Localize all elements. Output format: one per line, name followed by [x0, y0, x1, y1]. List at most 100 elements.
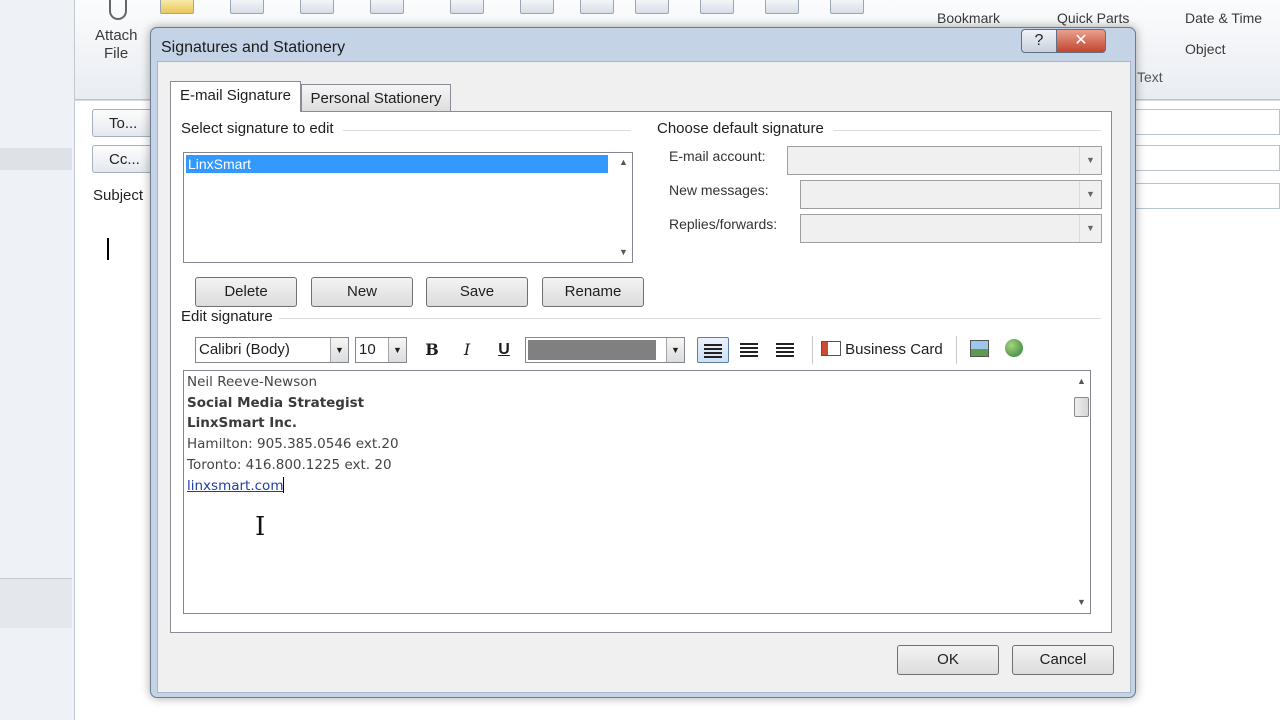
- chart-icon[interactable]: [765, 0, 799, 14]
- scroll-down-icon[interactable]: ▼: [615, 244, 632, 261]
- ok-button[interactable]: OK: [897, 645, 999, 675]
- signature-website-link[interactable]: linxsmart.com: [187, 478, 283, 494]
- body-text-caret: [107, 238, 109, 260]
- outlook-left-pane: [0, 0, 75, 720]
- text-caret: [283, 476, 285, 493]
- clip-art-icon[interactable]: [580, 0, 614, 14]
- object-button[interactable]: Object: [1185, 41, 1225, 57]
- business-card-icon: [821, 341, 841, 356]
- signatures-dialog: Signatures and Stationery ? ✕ E-mail Sig…: [150, 27, 1136, 698]
- insert-hyperlink-button[interactable]: [1001, 337, 1027, 363]
- shapes-icon[interactable]: [635, 0, 669, 14]
- align-center-icon: [740, 343, 758, 357]
- chevron-down-icon[interactable]: ▼: [1079, 215, 1101, 242]
- scroll-thumb[interactable]: [1074, 397, 1089, 417]
- subject-label: Subject: [93, 187, 144, 204]
- tab-email-signature[interactable]: E-mail Signature: [170, 81, 301, 112]
- chevron-down-icon[interactable]: ▼: [1079, 147, 1101, 174]
- to-field[interactable]: [1135, 109, 1280, 135]
- smartart-icon[interactable]: [700, 0, 734, 14]
- font-family-select[interactable]: Calibri (Body) ▼: [195, 337, 349, 363]
- insert-hyperlink-icon: [1005, 339, 1023, 357]
- scroll-up-icon[interactable]: ▲: [1073, 373, 1090, 390]
- new-messages-label: New messages:: [669, 182, 769, 198]
- signature-icon[interactable]: [370, 0, 404, 14]
- date-time-button[interactable]: Date & Time: [1185, 10, 1262, 26]
- underline-button[interactable]: U: [493, 337, 515, 363]
- business-card-button[interactable]: Business Card: [821, 337, 945, 363]
- new-button[interactable]: New: [311, 277, 413, 307]
- font-color-select[interactable]: ▼: [525, 337, 685, 363]
- email-account-select[interactable]: ▼: [787, 146, 1102, 175]
- insert-picture-icon: [969, 340, 989, 357]
- signature-line-name: Neil Reeve-Newson: [187, 374, 318, 390]
- title-bar-buttons: ? ✕: [1021, 29, 1121, 53]
- bookmark-button[interactable]: Bookmark: [937, 10, 1000, 26]
- font-color-swatch: [528, 340, 656, 360]
- editor-scrollbar[interactable]: ▲ ▼: [1073, 371, 1090, 613]
- signature-text[interactable]: Neil Reeve-Newson Social Media Strategis…: [187, 372, 399, 496]
- chevron-down-icon[interactable]: ▼: [666, 338, 684, 362]
- signature-line-company: LinxSmart Inc.: [187, 415, 298, 432]
- signature-editor[interactable]: Neil Reeve-Newson Social Media Strategis…: [183, 370, 1091, 614]
- scroll-down-icon[interactable]: ▼: [1073, 594, 1090, 611]
- signature-list[interactable]: LinxSmart ▲ ▼: [183, 152, 633, 263]
- dialog-title: Signatures and Stationery: [161, 39, 346, 56]
- left-pane-row: [0, 148, 72, 170]
- delete-button[interactable]: Delete: [195, 277, 297, 307]
- attach-file-label-line2[interactable]: File: [104, 45, 128, 62]
- signature-list-scrollbar[interactable]: ▲ ▼: [615, 153, 632, 262]
- chevron-down-icon[interactable]: ▼: [1079, 181, 1101, 208]
- signature-list-item[interactable]: LinxSmart: [186, 155, 608, 173]
- signature-line-hamilton: Hamilton: 905.385.0546 ext.20: [187, 436, 399, 453]
- save-button[interactable]: Save: [426, 277, 528, 307]
- rename-button[interactable]: Rename: [542, 277, 644, 307]
- toolbar-separator: [812, 336, 813, 364]
- paperclip-icon: [109, 0, 127, 20]
- close-button[interactable]: ✕: [1056, 29, 1106, 53]
- toolbar-separator: [956, 336, 957, 364]
- new-messages-select[interactable]: ▼: [800, 180, 1102, 209]
- quick-parts-button[interactable]: Quick Parts: [1057, 10, 1129, 26]
- replies-forwards-select[interactable]: ▼: [800, 214, 1102, 243]
- help-button[interactable]: ?: [1021, 29, 1057, 53]
- dialog-client-area: E-mail Signature Personal Stationery Sel…: [157, 61, 1131, 693]
- signature-line-title: Social Media Strategist: [187, 394, 365, 411]
- bold-button[interactable]: B: [421, 337, 443, 363]
- cc-field[interactable]: [1135, 145, 1280, 171]
- envelope-icon[interactable]: [160, 0, 194, 14]
- insert-picture-button[interactable]: [967, 337, 991, 363]
- font-size-value: 10: [359, 341, 376, 358]
- align-right-button[interactable]: [769, 337, 801, 363]
- align-right-icon: [776, 343, 794, 357]
- tab-personal-stationery[interactable]: Personal Stationery: [301, 84, 451, 112]
- email-account-label: E-mail account:: [669, 148, 766, 164]
- edit-signature-label: Edit signature: [181, 308, 273, 325]
- email-signature-panel: Select signature to edit LinxSmart ▲ ▼ D…: [170, 111, 1112, 633]
- group-divider: [279, 318, 1101, 319]
- subject-field[interactable]: [1135, 183, 1280, 209]
- cancel-button[interactable]: Cancel: [1012, 645, 1114, 675]
- scroll-up-icon[interactable]: ▲: [615, 154, 632, 171]
- font-size-select[interactable]: 10 ▼: [355, 337, 407, 363]
- screenshot-icon[interactable]: [830, 0, 864, 14]
- chevron-down-icon[interactable]: ▼: [388, 338, 406, 362]
- calendar-icon[interactable]: [300, 0, 334, 14]
- left-pane-row: [0, 578, 72, 628]
- replies-forwards-label: Replies/forwards:: [669, 216, 778, 232]
- italic-button[interactable]: I: [456, 337, 478, 363]
- business-card-label: Business Card: [845, 341, 943, 358]
- business-card-icon[interactable]: [230, 0, 264, 14]
- attach-file-label[interactable]: Attach: [95, 27, 138, 44]
- group-divider: [343, 130, 631, 131]
- align-left-button[interactable]: [697, 337, 729, 363]
- picture-icon[interactable]: [520, 0, 554, 14]
- default-signature-label: Choose default signature: [657, 120, 824, 137]
- ibeam-cursor-icon: I: [255, 512, 266, 542]
- chevron-down-icon[interactable]: ▼: [330, 338, 348, 362]
- align-center-button[interactable]: [733, 337, 765, 363]
- table-icon[interactable]: [450, 0, 484, 14]
- group-divider: [833, 130, 1101, 131]
- select-signature-label: Select signature to edit: [181, 120, 334, 137]
- text-group-label: Text: [1137, 69, 1163, 85]
